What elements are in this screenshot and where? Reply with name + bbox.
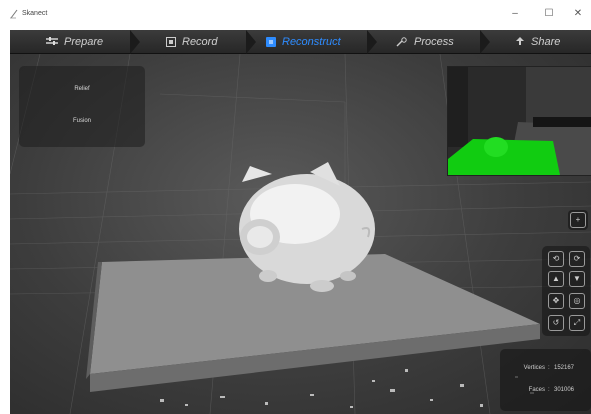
info-panel: Relief Fusion [19, 66, 145, 147]
view-down-icon[interactable]: ▼ [569, 271, 585, 287]
mesh-stats-panel: Vertices : 152167 Faces : 301006 [500, 349, 591, 411]
separator: : [548, 365, 550, 371]
tab-divider [480, 30, 490, 54]
vertices-label: Vertices [523, 365, 545, 371]
info-text: Fusion [72, 118, 91, 124]
tab-prepare[interactable]: Prepare [46, 30, 103, 54]
app-logo-icon [10, 9, 18, 19]
tab-label: Share [531, 36, 561, 48]
tab-reconstruct[interactable]: Reconstruct [266, 30, 341, 54]
tab-label: Prepare [64, 36, 104, 48]
tab-label: Reconstruct [282, 36, 341, 48]
reconstruct-icon [266, 37, 276, 47]
expand-view-button[interactable]: + [568, 210, 588, 230]
info-text: Relief [74, 86, 90, 92]
record-icon [166, 37, 176, 47]
share-icon [516, 37, 524, 45]
faces-label: Faces [528, 387, 545, 393]
expand-icon: + [570, 212, 586, 228]
tab-process[interactable]: Process [396, 30, 454, 54]
reset-view-icon[interactable]: ↺ [548, 315, 564, 331]
prepare-icon [46, 37, 58, 45]
pan-icon[interactable]: ✥ [548, 293, 564, 309]
workflow-tabs: Prepare Record Reconstruct Process Share [10, 30, 591, 54]
tab-label: Process [414, 36, 454, 48]
tab-record[interactable]: Record [166, 30, 217, 54]
fit-view-icon[interactable]: ⤢ [569, 315, 585, 331]
view-controls: ⟲ ⟳ ▲ ▼ ✥ ◎ ↺ ⤢ [542, 246, 590, 336]
process-icon [396, 37, 407, 47]
tab-divider [246, 30, 256, 54]
title-bar: Skanect – ☐ ✕ [0, 0, 591, 28]
tab-divider [130, 30, 140, 54]
view-up-icon[interactable]: ▲ [548, 271, 564, 287]
window-title: Skanect [22, 10, 48, 17]
tab-label: Record [182, 36, 218, 48]
preview-image [448, 67, 591, 175]
tab-divider [367, 30, 377, 54]
camera-preview [447, 66, 591, 176]
maximize-button[interactable]: ☐ [537, 6, 561, 22]
tab-share[interactable]: Share [515, 30, 560, 54]
zoom-icon[interactable]: ◎ [569, 293, 585, 309]
vertices-value: 152167 [554, 365, 575, 371]
rotate-right-icon[interactable]: ⟳ [569, 251, 585, 267]
3d-viewport[interactable]: Relief Fusion + ⟲ ⟳ ▲ ▼ ✥ ◎ ↺ ⤢ Vertices… [10, 54, 591, 414]
minimize-button[interactable]: – [503, 6, 527, 22]
faces-value: 301006 [554, 387, 575, 393]
close-button[interactable]: ✕ [566, 6, 590, 22]
separator: : [548, 387, 550, 393]
rotate-left-icon[interactable]: ⟲ [548, 251, 564, 267]
